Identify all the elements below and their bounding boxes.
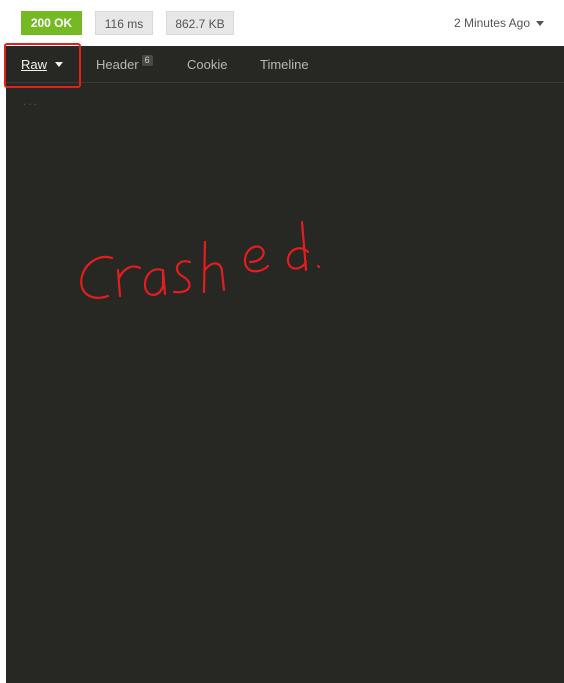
tab-timeline-label: Timeline [260,57,309,72]
annotation-highlight-box [4,43,81,88]
history-dropdown[interactable]: 2 Minutes Ago [454,11,544,35]
response-tabs: Raw Header 6 Cookie Timeline [6,46,564,83]
response-size-badge: 862.7 KB [166,11,234,35]
response-body-placeholder: ... [23,94,40,108]
response-body-viewer[interactable]: ... [6,84,564,683]
response-status-bar: 200 OK 116 ms 862.7 KB 2 Minutes Ago [0,0,564,46]
tab-timeline[interactable]: Timeline [260,46,309,83]
response-pane: 200 OK 116 ms 862.7 KB 2 Minutes Ago Raw… [0,0,564,683]
response-panel: Raw Header 6 Cookie Timeline ... [6,46,564,683]
response-time-badge: 116 ms [95,11,153,35]
history-label: 2 Minutes Ago [453,16,530,30]
tab-cookie[interactable]: Cookie [187,46,227,83]
tab-header[interactable]: Header 6 [96,46,153,83]
header-count-badge: 6 [141,55,153,66]
chevron-down-icon [536,20,544,26]
tab-cookie-label: Cookie [187,57,228,72]
tab-header-label: Header [96,57,139,72]
status-code-badge: 200 OK [21,11,82,35]
